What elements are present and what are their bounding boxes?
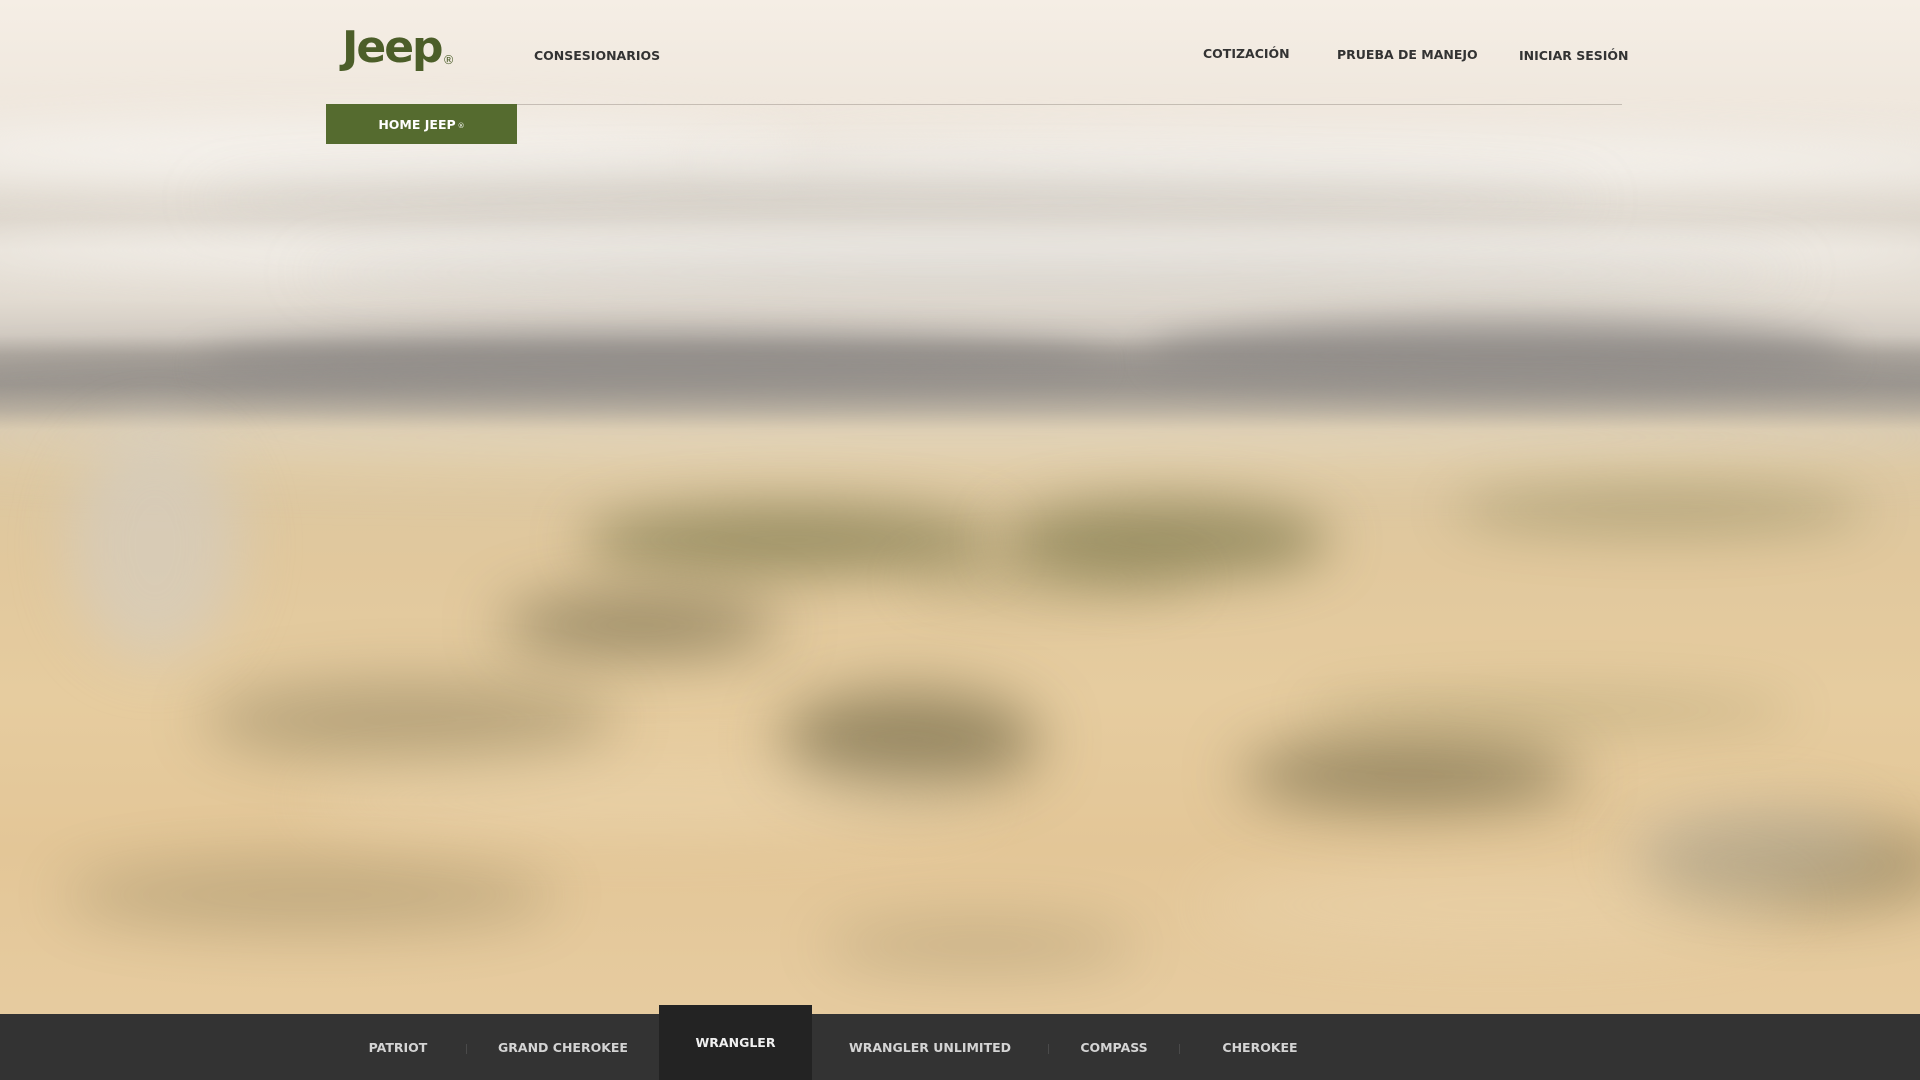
- site-header: Jeep® CONSESIONARIOS COTIZACIÓN PRUEBA D…: [326, 0, 1629, 105]
- nav-link-iniciar-sesion[interactable]: INICIAR SESIÓN: [1519, 48, 1629, 63]
- model-tab-label: WRANGLER: [695, 1035, 776, 1050]
- nav-link-prueba-de-manejo[interactable]: PRUEBA DE MANEJO: [1337, 47, 1478, 62]
- model-navigation-bar: PATRIOT GRAND CHEROKEE WRANGLER WRANGLER…: [0, 1005, 1920, 1080]
- jeep-home-page: Jeep® CONSESIONARIOS COTIZACIÓN PRUEBA D…: [0, 0, 1920, 1080]
- home-tab-label: HOME JEEP: [378, 116, 456, 132]
- model-tab-compass[interactable]: COMPASS: [1049, 1014, 1179, 1080]
- model-tab-label: COMPASS: [1080, 1039, 1148, 1055]
- model-tab-label: GRAND CHEROKEE: [498, 1039, 628, 1055]
- home-jeep-tab[interactable]: HOME JEEP ®: [326, 104, 517, 144]
- model-tab-wrangler-unlimited[interactable]: WRANGLER UNLIMITED: [812, 1014, 1048, 1080]
- logo-text: Jeep: [342, 22, 444, 73]
- model-tab-grand-cherokee[interactable]: GRAND CHEROKEE: [467, 1014, 659, 1080]
- registered-mark: ®: [457, 122, 465, 130]
- model-tab-wrangler[interactable]: WRANGLER: [659, 1005, 812, 1080]
- model-tab-cherokee[interactable]: CHEROKEE: [1180, 1014, 1340, 1080]
- model-tab-label: CHEROKEE: [1222, 1039, 1298, 1055]
- model-tab-label: PATRIOT: [368, 1039, 428, 1055]
- model-tab-patriot[interactable]: PATRIOT: [330, 1014, 466, 1080]
- hero-background-image: [0, 0, 1920, 1080]
- model-tab-label: WRANGLER UNLIMITED: [848, 1039, 1012, 1055]
- registered-mark: ®: [442, 53, 455, 67]
- nav-link-cotizacion[interactable]: COTIZACIÓN: [1203, 46, 1290, 61]
- nav-link-consesionarios[interactable]: CONSESIONARIOS: [534, 48, 660, 63]
- jeep-logo[interactable]: Jeep®: [342, 26, 455, 70]
